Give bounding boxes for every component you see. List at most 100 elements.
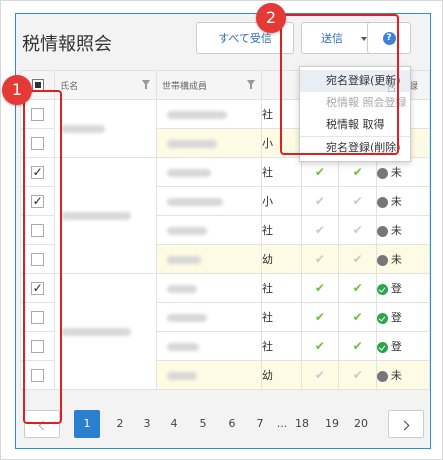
- check-icon: ✔: [352, 310, 363, 324]
- check-icon: ✔: [314, 165, 325, 179]
- mark-cell-1: ✔: [300, 186, 340, 216]
- household-member-cell: [156, 128, 263, 158]
- status-green-icon: [377, 283, 388, 295]
- mark-cell-1: ✔: [300, 215, 340, 245]
- annotation-badge-2: 2: [256, 3, 286, 33]
- household-member-cell: [156, 215, 263, 245]
- status-gray-icon: [377, 254, 388, 266]
- next-page-button[interactable]: [388, 410, 424, 438]
- screenshot-frame: 税情報照会 すべて受信 送信 ? 氏名 世帯構成員 社 小 ✓ 社 ✔ ✔ 未 …: [0, 0, 443, 460]
- page-link-4[interactable]: 4: [162, 410, 186, 438]
- column-header-name[interactable]: 氏名: [54, 70, 158, 100]
- redacted-member: [167, 284, 198, 293]
- page-link-20[interactable]: 20: [349, 410, 373, 438]
- page-link-6[interactable]: 6: [220, 410, 244, 438]
- page-link-5[interactable]: 5: [191, 410, 215, 438]
- check-icon: ✔: [314, 281, 325, 295]
- check-icon: ✔: [352, 223, 363, 237]
- type-cell: 社: [261, 331, 302, 361]
- household-member-cell: [156, 331, 263, 361]
- registration-status-cell: 登: [375, 331, 430, 361]
- redacted-member: [167, 197, 224, 206]
- annotation-highlight-checkboxes: [23, 90, 62, 424]
- check-icon: ✔: [352, 368, 363, 382]
- registration-status-cell: 未: [375, 360, 430, 390]
- name-cell: [54, 273, 158, 390]
- mark-cell-2: ✔: [338, 273, 377, 303]
- page-link-7[interactable]: 7: [248, 410, 272, 438]
- household-member-cell: [156, 273, 263, 303]
- status-gray-icon: [377, 196, 388, 208]
- status-gray-icon: [377, 167, 388, 179]
- page-link-3[interactable]: 3: [135, 410, 159, 438]
- type-cell: 小: [261, 186, 302, 216]
- status-text: 未: [390, 224, 402, 237]
- household-member-cell: [156, 157, 263, 187]
- redacted-member: [167, 110, 228, 119]
- household-member-cell: [156, 302, 263, 332]
- status-gray-icon: [377, 225, 388, 237]
- mark-cell-2: ✔: [338, 244, 377, 274]
- filter-icon[interactable]: [142, 80, 151, 89]
- check-icon: ✔: [352, 339, 363, 353]
- redacted-member: [167, 313, 208, 322]
- status-gray-icon: [377, 370, 388, 382]
- check-icon: ✔: [314, 252, 325, 266]
- type-cell: 社: [261, 273, 302, 303]
- mark-cell-1: ✔: [300, 331, 340, 361]
- type-cell: 社: [261, 215, 302, 245]
- check-icon: ✔: [352, 252, 363, 266]
- household-member-cell: [156, 360, 263, 390]
- check-icon: ✔: [314, 368, 325, 382]
- mark-cell-2: ✔: [338, 360, 377, 390]
- annotation-highlight-send-menu: [280, 14, 399, 155]
- redacted-member: [167, 342, 200, 351]
- check-icon: ✔: [314, 223, 325, 237]
- check-icon: ✔: [352, 194, 363, 208]
- household-member-cell: [156, 99, 263, 129]
- column-header-household[interactable]: 世帯構成員: [156, 70, 263, 100]
- table-row[interactable]: ✓ 社 ✔ ✔ 登: [19, 273, 430, 390]
- page-link-18[interactable]: 18: [290, 410, 314, 438]
- mark-cell-1: ✔: [300, 244, 340, 274]
- household-member-cell: [156, 186, 263, 216]
- redacted-name: [61, 125, 106, 133]
- redacted-name: [61, 212, 132, 220]
- status-green-icon: [377, 341, 388, 353]
- mark-cell-2: ✔: [338, 215, 377, 245]
- household-member-cell: [156, 244, 263, 274]
- mark-cell-1: ✔: [300, 273, 340, 303]
- registration-status-cell: 未: [375, 244, 430, 274]
- mark-cell-2: ✔: [338, 186, 377, 216]
- status-text: 登: [390, 340, 402, 353]
- page-title: 税情報照会: [22, 34, 112, 55]
- status-text: 登: [390, 282, 402, 295]
- filter-icon[interactable]: [247, 80, 256, 89]
- mark-cell-1: ✔: [300, 302, 340, 332]
- mark-cell-2: ✔: [338, 331, 377, 361]
- status-text: 未: [390, 195, 402, 208]
- check-icon: ✔: [352, 281, 363, 295]
- page-link-19[interactable]: 19: [320, 410, 344, 438]
- chevron-right-icon: [399, 420, 410, 430]
- registration-status-cell: 登: [375, 302, 430, 332]
- status-text: 登: [390, 311, 402, 324]
- page-link-1[interactable]: 1: [74, 410, 100, 438]
- registration-status-cell: 登: [375, 273, 430, 303]
- mark-cell-1: ✔: [300, 360, 340, 390]
- type-cell: 幼: [261, 360, 302, 390]
- type-cell: 幼: [261, 244, 302, 274]
- redacted-name: [61, 328, 132, 336]
- annotation-badge-1: 1: [2, 75, 32, 105]
- check-icon: ✔: [314, 310, 325, 324]
- type-cell: 社: [261, 302, 302, 332]
- status-text: 未: [390, 253, 402, 266]
- redacted-member: [167, 371, 198, 380]
- redacted-member: [167, 226, 208, 235]
- redacted-member: [167, 168, 212, 177]
- check-icon: ✔: [314, 194, 325, 208]
- mark-cell-2: ✔: [338, 302, 377, 332]
- registration-status-cell: 未: [375, 215, 430, 245]
- type-cell: 社: [261, 157, 302, 187]
- page-link-2[interactable]: 2: [108, 410, 132, 438]
